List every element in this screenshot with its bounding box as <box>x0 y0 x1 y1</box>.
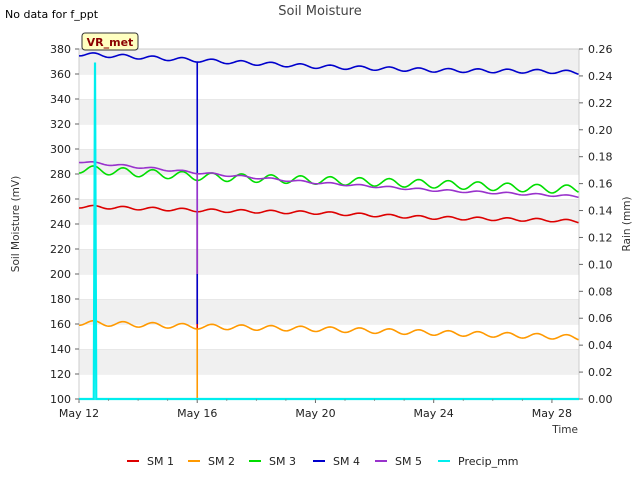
legend: SM 1 SM 2 SM 3 SM 4 SM 5 Precip_mm <box>127 455 519 468</box>
soil-moisture-chart: No data for f_ppt Soil Moisture 100 120 14… <box>5 4 633 468</box>
x-tick-label: May 28 <box>532 407 572 420</box>
no-data-note: No data for f_ppt <box>5 8 99 21</box>
legend-label-sm-5: SM 5 <box>395 455 422 468</box>
y-right-tick-label: 0.06 <box>588 312 613 325</box>
grid-band <box>79 374 579 399</box>
y-left-axis: 100 120 140 160 180 200 220 240 260 280 300 320 340 3… <box>50 43 79 406</box>
y-right-tick-label: 0.12 <box>588 231 613 244</box>
x-tick-label: May 20 <box>295 407 335 420</box>
y-right-tick-label: 0.04 <box>588 339 613 352</box>
y-right-tick-label: 0.26 <box>588 43 613 56</box>
y-left-tick-label: 320 <box>50 118 71 131</box>
x-tick-label: May 12 <box>59 407 99 420</box>
y-left-tick-label: 160 <box>50 318 71 331</box>
y-left-tick-label: 240 <box>50 218 71 231</box>
y-right-tick-label: 0.16 <box>588 178 613 191</box>
grid-band <box>79 249 579 274</box>
grid-band <box>79 174 579 199</box>
grid-band <box>79 99 579 124</box>
y-left-tick-label: 120 <box>50 368 71 381</box>
y-right-tick-label: 0.14 <box>588 205 613 218</box>
station-badge: VR_met <box>81 32 139 51</box>
y-right-tick-label: 0.02 <box>588 366 613 379</box>
chart-title: Soil Moisture <box>278 4 362 19</box>
y-left-tick-label: 100 <box>50 393 71 406</box>
legend-label-sm-3: SM 3 <box>269 455 296 468</box>
y-left-tick-label: 380 <box>50 43 71 56</box>
grid-band <box>79 74 579 99</box>
x-tick-label: May 16 <box>177 407 217 420</box>
y-right-tick-label: 0.08 <box>588 285 613 298</box>
legend-label-sm-2: SM 2 <box>208 455 235 468</box>
y-left-tick-label: 340 <box>50 93 71 106</box>
y-left-tick-label: 140 <box>50 343 71 356</box>
x-tick-label: May 24 <box>414 407 454 420</box>
y-left-tick-label: 220 <box>50 243 71 256</box>
legend-label-sm-4: SM 4 <box>333 455 360 468</box>
y-left-label: Soil Moisture (mV) <box>10 176 22 272</box>
legend-label-sm-1: SM 1 <box>147 455 174 468</box>
y-right-tick-label: 0.18 <box>588 151 613 164</box>
y-left-tick-label: 260 <box>50 193 71 206</box>
y-right-tick-label: 0.10 <box>588 258 613 271</box>
legend-label-precip-mm: Precip_mm <box>458 455 519 468</box>
y-right-tick-label: 0.00 <box>588 393 613 406</box>
grid-band <box>79 274 579 299</box>
y-right-axis: 0.00 0.02 0.04 0.06 0.08 0.10 0.12 0.14 0.16 0.18… <box>579 43 613 406</box>
grid-band <box>79 224 579 249</box>
y-left-tick-label: 180 <box>50 293 71 306</box>
station-badge-label: VR_met <box>87 36 134 49</box>
y-right-tick-label: 0.24 <box>588 70 613 83</box>
y-right-tick-label: 0.20 <box>588 124 613 137</box>
grid-bands <box>79 48 579 399</box>
x-axis-label: Time <box>551 424 578 436</box>
grid-band <box>79 299 579 324</box>
grid-band <box>79 124 579 149</box>
y-right-tick-label: 0.22 <box>588 97 613 110</box>
grid-band <box>79 349 579 374</box>
y-left-tick-label: 300 <box>50 143 71 156</box>
y-left-tick-label: 200 <box>50 268 71 281</box>
y-left-tick-label: 280 <box>50 168 71 181</box>
y-left-tick-label: 360 <box>50 68 71 81</box>
x-axis: May 12 May 16 May 20 May 24 May 28 <box>59 399 572 420</box>
y-right-label: Rain (mm) <box>621 196 633 251</box>
